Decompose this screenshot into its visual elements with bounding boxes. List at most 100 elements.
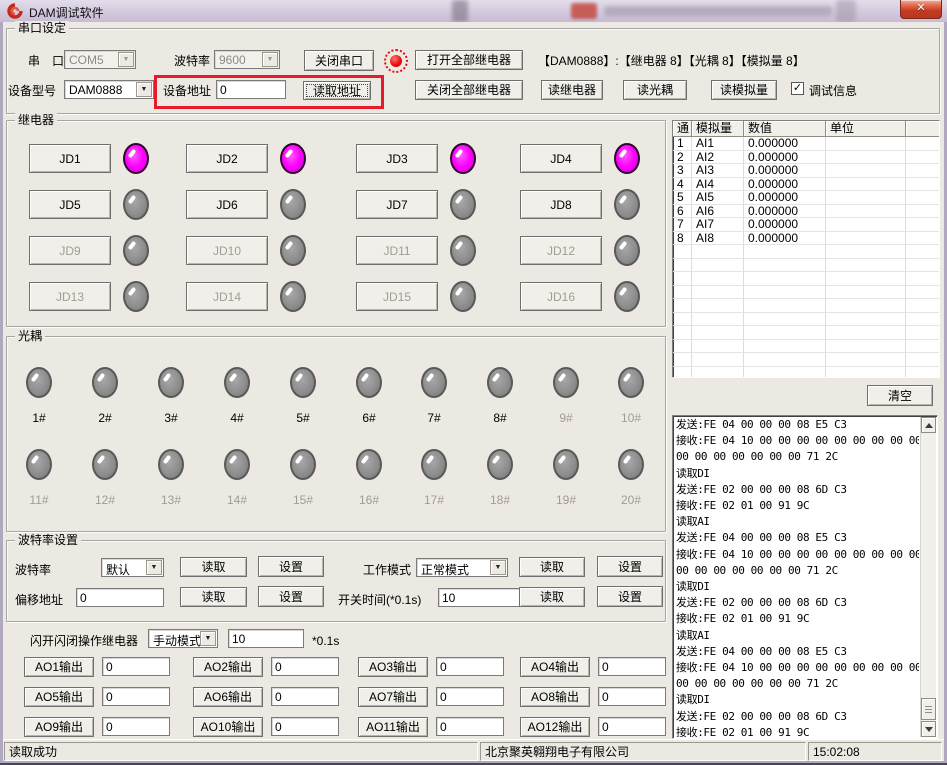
scroll-thumb[interactable] (921, 698, 936, 720)
flash-mode-select[interactable]: 手动模式 ▼ (148, 629, 218, 648)
flash-time-input[interactable] (228, 629, 304, 648)
model-select[interactable]: DAM0888 ▼ (64, 80, 154, 99)
header-unit[interactable]: 单位 (826, 121, 906, 137)
header-channel[interactable]: 通 (673, 121, 692, 137)
close-port-button[interactable]: 关闭串口 (304, 50, 374, 71)
close-all-relays-button[interactable]: 关闭全部继电器 (415, 80, 523, 100)
header-analog[interactable]: 模拟量 (692, 121, 744, 137)
relay-button[interactable]: JD15 (356, 282, 438, 311)
clear-log-button[interactable]: 清空 (867, 385, 933, 406)
relay-button[interactable]: JD13 (29, 282, 111, 311)
ao-value-input[interactable] (598, 717, 666, 736)
switch-time-input[interactable] (438, 588, 526, 607)
relay-led-indicator (123, 235, 149, 266)
table-row[interactable]: 7 AI7 0.000000 (673, 218, 939, 232)
opto-channel-label: 14# (215, 494, 259, 507)
table-row[interactable]: 5 AI5 0.000000 (673, 191, 939, 205)
ao-output-button[interactable]: AO8输出 (520, 687, 590, 707)
ao-value-input[interactable] (436, 717, 504, 736)
ao-output-button[interactable]: AO5输出 (24, 687, 94, 707)
ao-value-input[interactable] (102, 717, 170, 736)
ao-output-button[interactable]: AO9输出 (24, 717, 94, 737)
read-opto-button[interactable]: 读光耦 (623, 80, 687, 100)
log-text[interactable]: 发送:FE 04 00 00 00 08 E5 C3 接收:FE 04 10 0… (676, 417, 919, 737)
device-address-input[interactable] (216, 80, 286, 99)
ao-output-button[interactable]: AO6输出 (193, 687, 263, 707)
ao-output-button[interactable]: AO12输出 (520, 717, 590, 737)
switch-time-set-button[interactable]: 设置 (597, 586, 663, 607)
baud-read-button[interactable]: 读取 (180, 557, 247, 577)
close-button[interactable]: ✕ (900, 0, 942, 19)
table-row[interactable]: 1 AI1 0.000000 (673, 137, 939, 151)
ao-output-button[interactable]: AO2输出 (193, 657, 263, 677)
log-scrollbar[interactable] (920, 417, 936, 737)
relay-button[interactable]: JD8 (520, 190, 602, 219)
baud-set-button[interactable]: 设置 (258, 556, 324, 577)
relay-button[interactable]: JD4 (520, 144, 602, 173)
offset-address-input[interactable] (76, 588, 164, 607)
relay-button[interactable]: JD12 (520, 236, 602, 265)
ao-output-button[interactable]: AO1输出 (24, 657, 94, 677)
read-address-button[interactable]: 读取地址 (303, 81, 371, 100)
relay-button[interactable]: JD1 (29, 144, 111, 173)
offset-read-button[interactable]: 读取 (180, 587, 247, 607)
ao-value-input[interactable] (436, 657, 504, 676)
ao-value-input[interactable] (271, 717, 339, 736)
relay-button[interactable]: JD7 (356, 190, 438, 219)
offset-set-button[interactable]: 设置 (258, 586, 324, 607)
scroll-down-button[interactable] (921, 721, 936, 737)
relay-led-indicator (450, 189, 476, 220)
relay-cell: JD5 (29, 188, 179, 221)
ao-value-input[interactable] (436, 687, 504, 706)
ao-value-input[interactable] (598, 687, 666, 706)
ao-output-button[interactable]: AO11输出 (358, 717, 428, 737)
work-mode-set-button[interactable]: 设置 (597, 556, 663, 577)
relay-button[interactable]: JD14 (186, 282, 268, 311)
table-row[interactable]: 2 AI2 0.000000 (673, 151, 939, 165)
ao-output-button[interactable]: AO4输出 (520, 657, 590, 677)
table-row[interactable]: 8 AI8 0.000000 (673, 232, 939, 246)
ao-value-input[interactable] (102, 657, 170, 676)
work-mode-read-button[interactable]: 读取 (519, 557, 585, 577)
relay-button[interactable]: JD6 (186, 190, 268, 219)
baud-select[interactable]: 9600 ▼ (214, 50, 280, 69)
relay-cell: JD4 (520, 142, 670, 175)
relay-button[interactable]: JD3 (356, 144, 438, 173)
opto-cell: 4# (215, 367, 259, 457)
ao-output-button[interactable]: AO10输出 (193, 717, 263, 737)
ao-value-input[interactable] (271, 657, 339, 676)
opto-cell: 15# (281, 449, 325, 539)
read-relay-button[interactable]: 读继电器 (541, 80, 603, 100)
opto-channel-label: 9# (544, 412, 588, 425)
switch-time-read-button[interactable]: 读取 (519, 587, 585, 607)
header-value[interactable]: 数值 (744, 121, 826, 137)
status-message: 读取成功 (4, 742, 478, 761)
chevron-down-icon: ▼ (136, 82, 152, 97)
ao-value-input[interactable] (598, 657, 666, 676)
relay-cell: JD12 (520, 234, 670, 267)
relay-button[interactable]: JD9 (29, 236, 111, 265)
work-mode-select[interactable]: 正常模式 ▼ (416, 558, 508, 577)
com-port-select[interactable]: COM5 ▼ (64, 50, 136, 69)
opto-led-indicator (92, 449, 118, 480)
read-analog-button[interactable]: 读模拟量 (711, 80, 777, 100)
baud-rate-select[interactable]: 默认 ▼ (101, 558, 164, 577)
scroll-up-button[interactable] (921, 417, 936, 433)
relay-button[interactable]: JD2 (186, 144, 268, 173)
open-all-relays-button[interactable]: 打开全部继电器 (415, 50, 523, 70)
relay-button[interactable]: JD5 (29, 190, 111, 219)
relay-cell: JD1 (29, 142, 179, 175)
relay-button[interactable]: JD11 (356, 236, 438, 265)
chevron-down-icon: ▼ (200, 631, 216, 646)
table-row[interactable]: 4 AI4 0.000000 (673, 178, 939, 192)
ao-output-button[interactable]: AO7输出 (358, 687, 428, 707)
relay-cell: JD16 (520, 280, 670, 313)
ao-value-input[interactable] (102, 687, 170, 706)
relay-button[interactable]: JD10 (186, 236, 268, 265)
debug-info-checkbox[interactable] (791, 82, 804, 95)
table-row[interactable]: 6 AI6 0.000000 (673, 205, 939, 219)
relay-button[interactable]: JD16 (520, 282, 602, 311)
table-row[interactable]: 3 AI3 0.000000 (673, 164, 939, 178)
ao-value-input[interactable] (271, 687, 339, 706)
ao-output-button[interactable]: AO3输出 (358, 657, 428, 677)
